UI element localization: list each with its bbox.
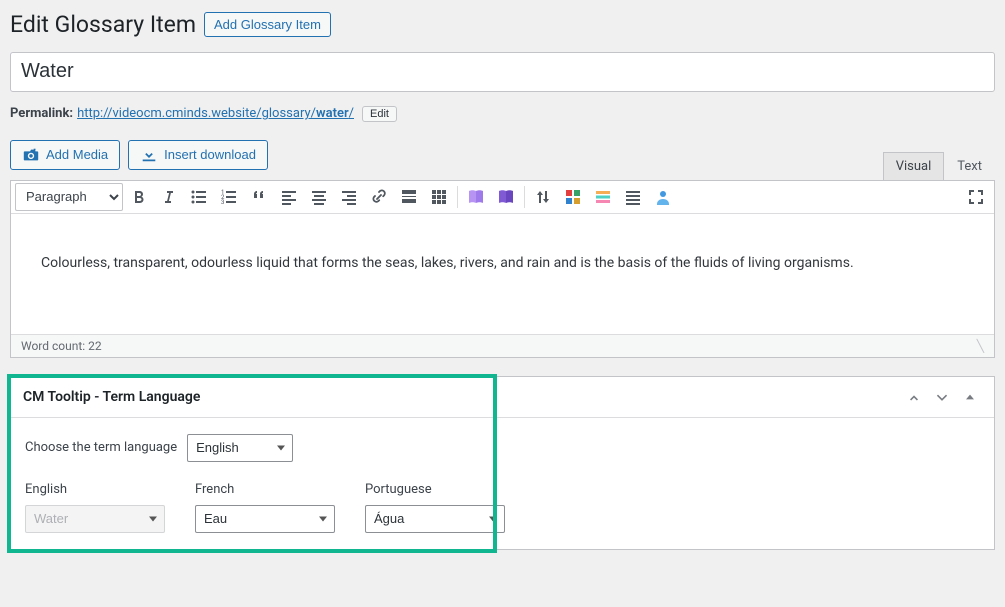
add-media-button[interactable]: Add Media xyxy=(10,140,120,170)
stack-button[interactable] xyxy=(589,183,617,211)
triangle-up-icon xyxy=(962,389,978,405)
add-glossary-item-button[interactable]: Add Glossary Item xyxy=(204,12,331,37)
align-right-button[interactable] xyxy=(335,183,363,211)
page-title: Edit Glossary Item xyxy=(10,10,196,40)
list-ol-icon: 123 xyxy=(219,187,239,207)
move-up-button[interactable] xyxy=(902,385,926,409)
portuguese-term-select[interactable]: Água xyxy=(365,505,505,533)
chevron-up-icon xyxy=(906,389,922,405)
align-left-button[interactable] xyxy=(275,183,303,211)
read-more-icon xyxy=(399,187,419,207)
edit-slug-button[interactable]: Edit xyxy=(362,106,397,122)
editor-toolbar: Paragraph 123 xyxy=(11,181,994,214)
align-right-icon xyxy=(339,187,359,207)
toolbar-separator xyxy=(457,186,458,208)
stack-icon xyxy=(593,187,613,207)
align-center-button[interactable] xyxy=(305,183,333,211)
insert-download-label: Insert download xyxy=(164,147,256,162)
bulleted-list-button[interactable] xyxy=(185,183,213,211)
postbox-header[interactable]: CM Tooltip - Term Language xyxy=(11,377,994,418)
choose-language-label: Choose the term language xyxy=(25,440,177,455)
svg-text:3: 3 xyxy=(221,199,224,206)
permalink-trail: / xyxy=(349,106,354,121)
english-col-label: English xyxy=(25,482,175,497)
insert-link-button[interactable] xyxy=(365,183,393,211)
term-language-select[interactable]: English xyxy=(187,434,293,462)
numbered-list-button[interactable]: 123 xyxy=(215,183,243,211)
move-down-button[interactable] xyxy=(930,385,954,409)
editor-resize-handle[interactable]: ╲ xyxy=(977,339,984,353)
portuguese-col-label: Portuguese xyxy=(365,482,515,497)
italic-icon xyxy=(159,187,179,207)
permalink-base: http://videocm.cminds.website/glossary/ xyxy=(77,106,316,121)
color-squares-icon xyxy=(563,187,583,207)
permalink-label: Permalink: xyxy=(10,106,73,121)
justify-button[interactable] xyxy=(619,183,647,211)
list-ul-icon xyxy=(189,187,209,207)
glossary-shortcode-button-1[interactable] xyxy=(462,183,490,211)
chevron-down-icon xyxy=(934,389,950,405)
tab-text[interactable]: Text xyxy=(944,152,995,180)
fullscreen-icon xyxy=(966,187,986,207)
blockquote-button[interactable] xyxy=(245,183,273,211)
toolbar-toggle-button[interactable] xyxy=(425,183,453,211)
postbox-title: CM Tooltip - Term Language xyxy=(23,389,200,405)
permalink-slug: water xyxy=(316,106,349,121)
quote-icon xyxy=(249,187,269,207)
french-col-label: French xyxy=(195,482,345,497)
link-icon xyxy=(369,187,389,207)
editor-content[interactable]: Colourless, transparent, odourless liqui… xyxy=(11,214,994,334)
book-purple-icon xyxy=(466,187,486,207)
insert-download-button[interactable]: Insert download xyxy=(128,140,268,170)
book-purple-dark-icon xyxy=(496,187,516,207)
english-term-select: Water xyxy=(25,505,165,533)
glossary-shortcode-button-2[interactable] xyxy=(492,183,520,211)
read-more-button[interactable] xyxy=(395,183,423,211)
bold-button[interactable] xyxy=(125,183,153,211)
add-media-label: Add Media xyxy=(46,147,108,162)
align-center-icon xyxy=(309,187,329,207)
cm-tooltip-language-postbox: CM Tooltip - Term Language Choose the te… xyxy=(10,376,995,550)
bold-icon xyxy=(129,187,149,207)
word-count: Word count: 22 xyxy=(21,339,102,353)
download-icon xyxy=(140,146,158,164)
camera-icon xyxy=(22,146,40,164)
avatar-icon xyxy=(653,187,673,207)
avatar-button[interactable] xyxy=(649,183,677,211)
french-term-select[interactable]: Eau xyxy=(195,505,335,533)
toggle-panel-button[interactable] xyxy=(958,385,982,409)
updown-button[interactable] xyxy=(529,183,557,211)
color-picker-button[interactable] xyxy=(559,183,587,211)
updown-icon xyxy=(533,187,553,207)
post-title-input[interactable] xyxy=(10,52,995,92)
align-left-icon xyxy=(279,187,299,207)
toolbar-separator xyxy=(524,186,525,208)
wysiwyg-editor: Paragraph 123 Colourless, trans xyxy=(10,180,995,358)
tab-visual[interactable]: Visual xyxy=(883,152,945,180)
fullscreen-button[interactable] xyxy=(962,183,990,211)
permalink-link[interactable]: http://videocm.cminds.website/glossary/w… xyxy=(77,106,354,121)
align-justify-icon xyxy=(623,187,643,207)
toolbar-toggle-icon xyxy=(429,187,449,207)
format-select[interactable]: Paragraph xyxy=(15,183,123,211)
italic-button[interactable] xyxy=(155,183,183,211)
